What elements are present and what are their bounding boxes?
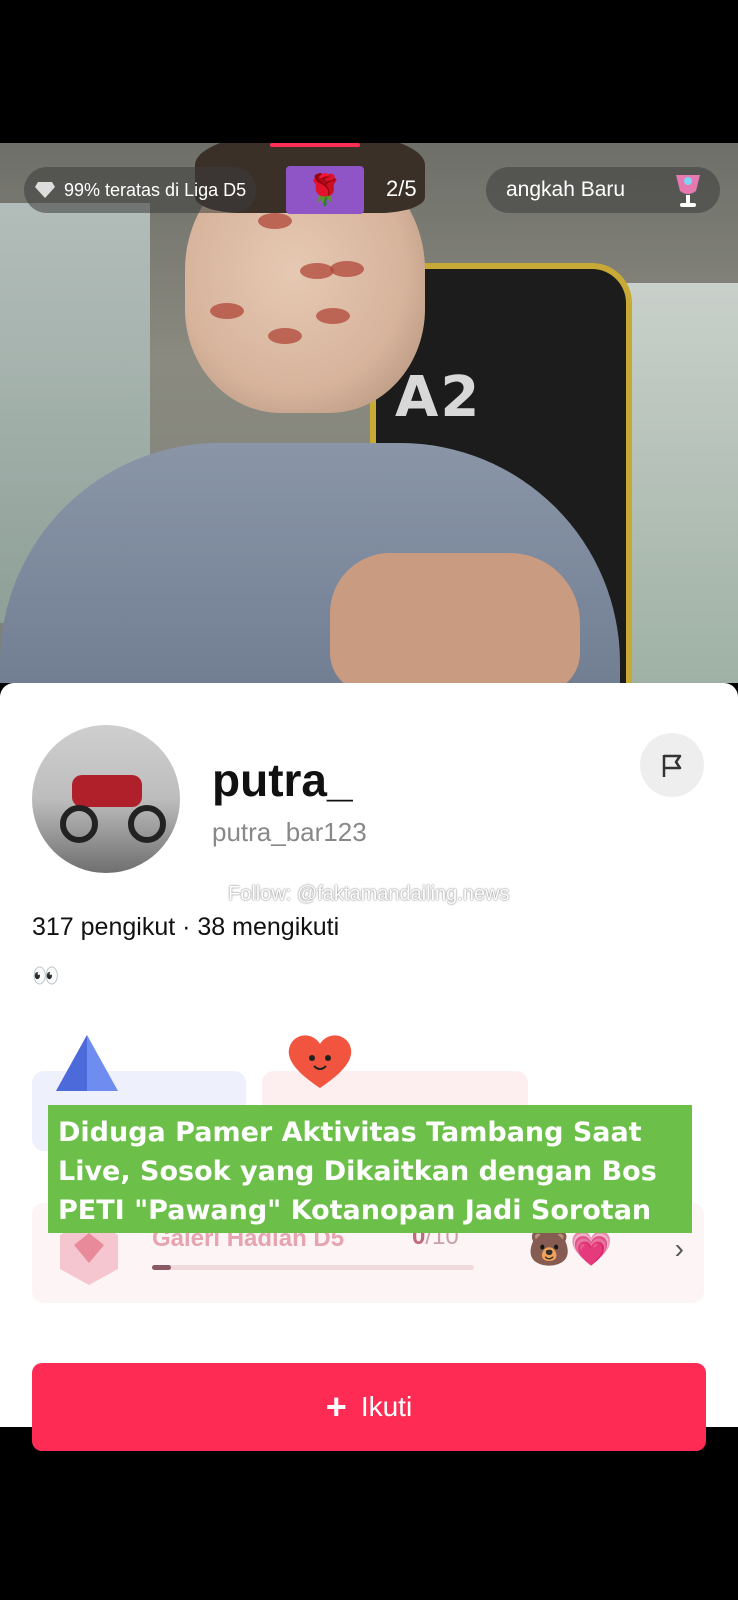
rose-gift-badge[interactable]: 🌹: [286, 166, 364, 214]
plus-icon: +: [325, 1386, 347, 1427]
diamond-icon: [35, 182, 55, 198]
person-hand: [330, 553, 580, 683]
gallery-progress-fill: [152, 1265, 172, 1270]
follow-button-label: Ikuti: [360, 1391, 413, 1422]
league-rank-pill[interactable]: 99% teratas di Liga D5: [24, 167, 256, 213]
flag-icon: [662, 754, 682, 777]
league-rank-text: 99% teratas di Liga D5: [64, 179, 247, 200]
kiss-mark: [316, 308, 350, 324]
ranking-text: angkah Baru: [506, 178, 626, 201]
avatar[interactable]: [32, 725, 180, 873]
motorcycle-image: [72, 775, 142, 807]
chair-logo: A2: [395, 365, 482, 430]
kiss-mark: [268, 328, 302, 344]
followers-count[interactable]: 317 pengikut: [32, 913, 175, 941]
bio: 👀: [32, 963, 59, 988]
gallery-progress: [152, 1265, 474, 1270]
username: putra_bar123: [212, 817, 367, 847]
follow-stats: 317 pengikut · 38 mengikuti: [32, 913, 339, 942]
kiss-mark: [258, 213, 292, 229]
rose-icon: 🌹: [306, 173, 344, 207]
gallery-stickers: 🐻💗: [528, 1230, 613, 1268]
profile-sheet: putra_ putra_bar123 Follow: @faktamandai…: [0, 683, 738, 1451]
follow-button[interactable]: + Ikuti: [32, 1363, 706, 1451]
stats-separator: ·: [175, 913, 198, 941]
watermark: Follow: @faktamandailing.news: [228, 883, 510, 905]
report-button[interactable]: [640, 733, 704, 797]
wheel: [60, 805, 98, 843]
kiss-mark: [300, 263, 334, 279]
ranking-pill[interactable]: angkah Baru: [486, 167, 720, 213]
wheel: [128, 805, 166, 843]
live-progress-strip: [270, 143, 360, 147]
kiss-mark: [330, 261, 364, 277]
display-name: putra_: [212, 754, 353, 806]
triangle-gem-icon: [56, 1035, 118, 1091]
gift-count: 2/5: [386, 176, 417, 201]
news-headline-banner: Diduga Pamer Aktivitas Tambang Saat Live…: [48, 1105, 692, 1233]
trophy-cup-icon: [676, 175, 700, 207]
chevron-right-icon: ›: [674, 1233, 684, 1264]
heart-icon: [288, 1035, 352, 1088]
kiss-mark: [210, 303, 244, 319]
live-video[interactable]: A2: [0, 143, 738, 683]
following-count[interactable]: 38 mengikuti: [197, 913, 339, 941]
